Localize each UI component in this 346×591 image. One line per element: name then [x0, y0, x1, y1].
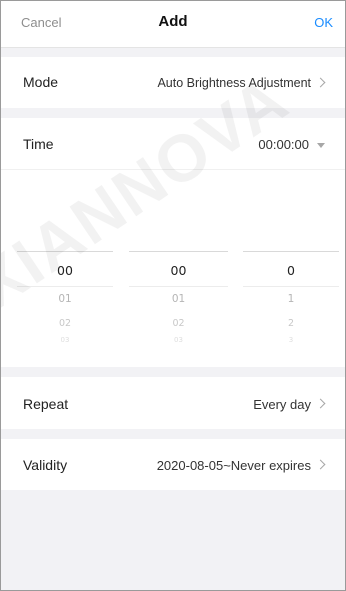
- seconds-option[interactable]: 3: [243, 337, 339, 342]
- hours-option[interactable]: 02: [17, 318, 113, 329]
- chevron-right-icon: [315, 398, 326, 409]
- hours-selected[interactable]: 00: [17, 263, 113, 278]
- seconds-option[interactable]: 1: [243, 293, 339, 305]
- repeat-label: Repeat: [23, 396, 69, 412]
- hours-option[interactable]: 01: [17, 293, 113, 305]
- divider: [1, 169, 345, 170]
- repeat-row[interactable]: Repeat Every day: [1, 377, 345, 429]
- repeat-value: Every day: [253, 397, 311, 412]
- seconds-option[interactable]: 2: [243, 318, 339, 329]
- picker-line: [129, 286, 228, 287]
- time-value: 00:00:00: [258, 137, 309, 152]
- chevron-right-icon: [315, 459, 326, 470]
- app-screen: Cancel Add OK Mode Auto Brightness Adjus…: [0, 0, 346, 591]
- validity-value: 2020-08-05~Never expires: [156, 458, 311, 473]
- picker-line: [243, 286, 339, 287]
- picker-line: [17, 286, 113, 287]
- picker-line: [17, 251, 113, 252]
- mode-row[interactable]: Mode Auto Brightness Adjustment: [1, 57, 345, 108]
- chevron-right-icon: [315, 77, 326, 88]
- time-row[interactable]: Time 00:00:00: [1, 118, 345, 168]
- mode-value: Auto Brightness Adjustment: [157, 76, 311, 90]
- picker-line: [129, 251, 228, 252]
- header-bar: Cancel Add OK: [1, 1, 345, 48]
- minutes-option[interactable]: 02: [129, 318, 228, 329]
- caret-down-icon: [317, 143, 325, 148]
- ok-button[interactable]: OK: [314, 15, 333, 30]
- hours-option[interactable]: 03: [17, 337, 113, 342]
- time-section: Time 00:00:00: [1, 118, 345, 367]
- picker-line: [243, 251, 339, 252]
- mode-label: Mode: [23, 74, 59, 90]
- time-label: Time: [23, 136, 54, 152]
- minutes-option[interactable]: 03: [129, 337, 228, 342]
- seconds-selected[interactable]: 0: [243, 263, 339, 278]
- minutes-selected[interactable]: 00: [129, 263, 228, 278]
- validity-label: Validity: [23, 457, 68, 473]
- validity-row[interactable]: Validity 2020-08-05~Never expires: [1, 439, 345, 490]
- minutes-option[interactable]: 01: [129, 293, 228, 305]
- page-title: Add: [158, 13, 188, 30]
